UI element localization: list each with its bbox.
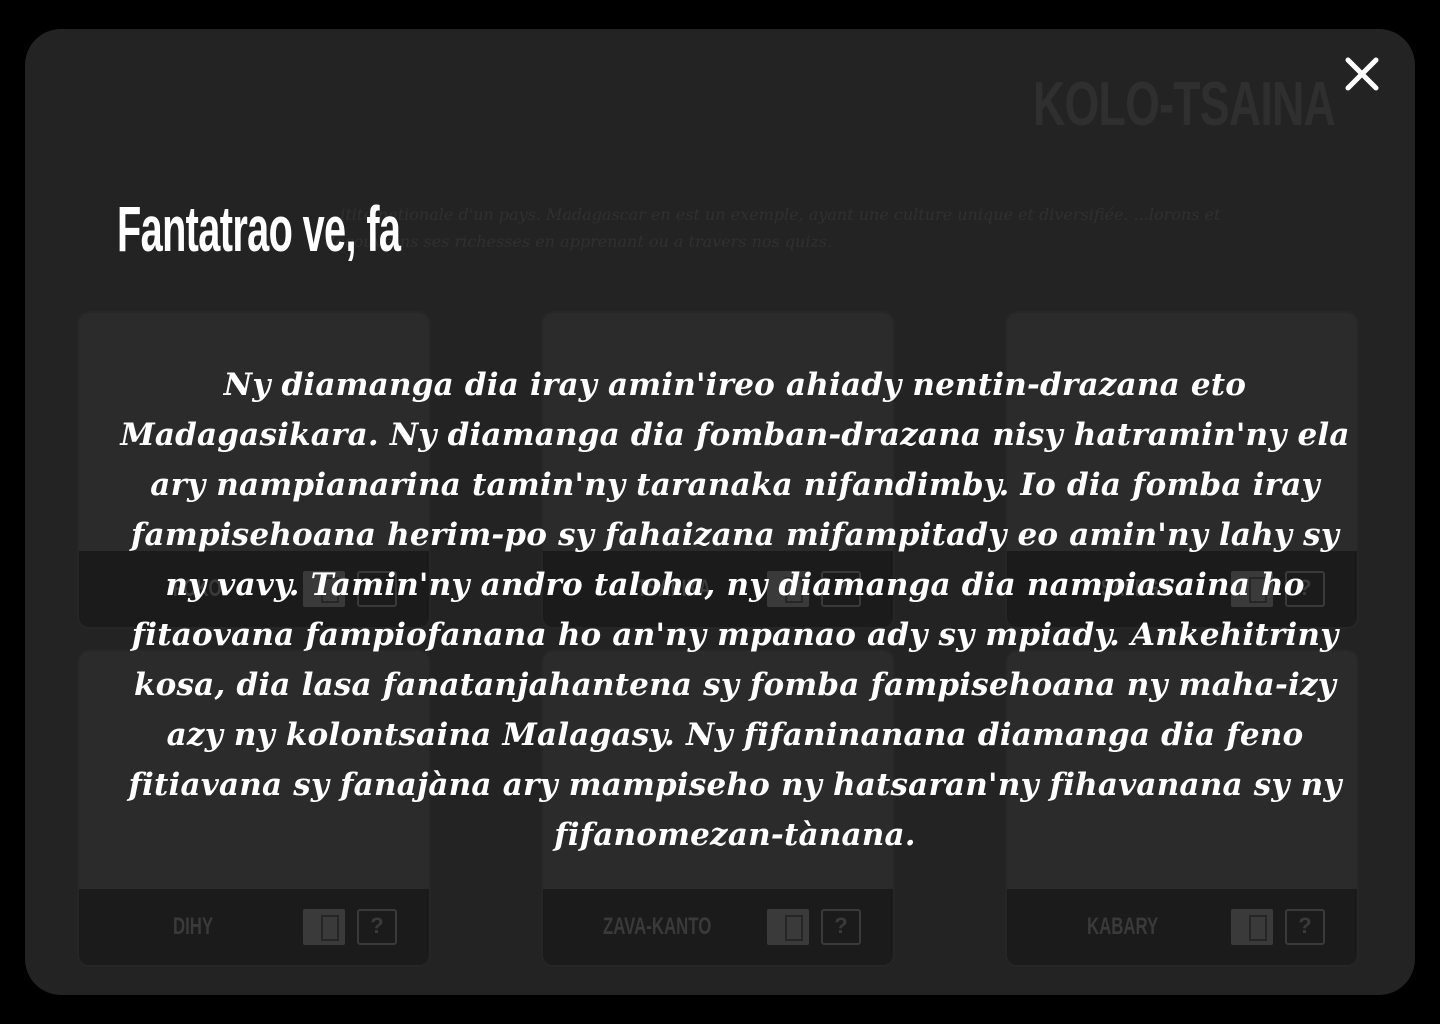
modal-body-text: Ny diamanga dia iray amin'ireo ahiady ne…	[120, 367, 1350, 853]
quiz-icon[interactable]: ?	[357, 909, 397, 945]
card-footer: DIHY ?	[79, 889, 429, 965]
quiz-icon[interactable]: ?	[821, 909, 861, 945]
book-icon[interactable]	[303, 909, 345, 945]
quiz-icon[interactable]: ?	[1285, 909, 1325, 945]
background-intro: ...itité nationale d'un pays. Madagascar…	[325, 205, 1221, 251]
book-icon[interactable]	[767, 909, 809, 945]
card-label: DIHY	[173, 913, 214, 940]
card-label: ZAVA-KANTO	[603, 913, 712, 940]
modal-title: Fantatrao ve, fa	[117, 193, 401, 265]
card-label: KABARY	[1087, 913, 1159, 940]
close-icon[interactable]	[1340, 52, 1384, 96]
card-footer: KABARY ?	[1007, 889, 1357, 965]
book-icon[interactable]	[1231, 909, 1273, 945]
background-page-title: KOLO-TSAINA	[1033, 70, 1336, 139]
card-footer: ZAVA-KANTO ?	[543, 889, 893, 965]
